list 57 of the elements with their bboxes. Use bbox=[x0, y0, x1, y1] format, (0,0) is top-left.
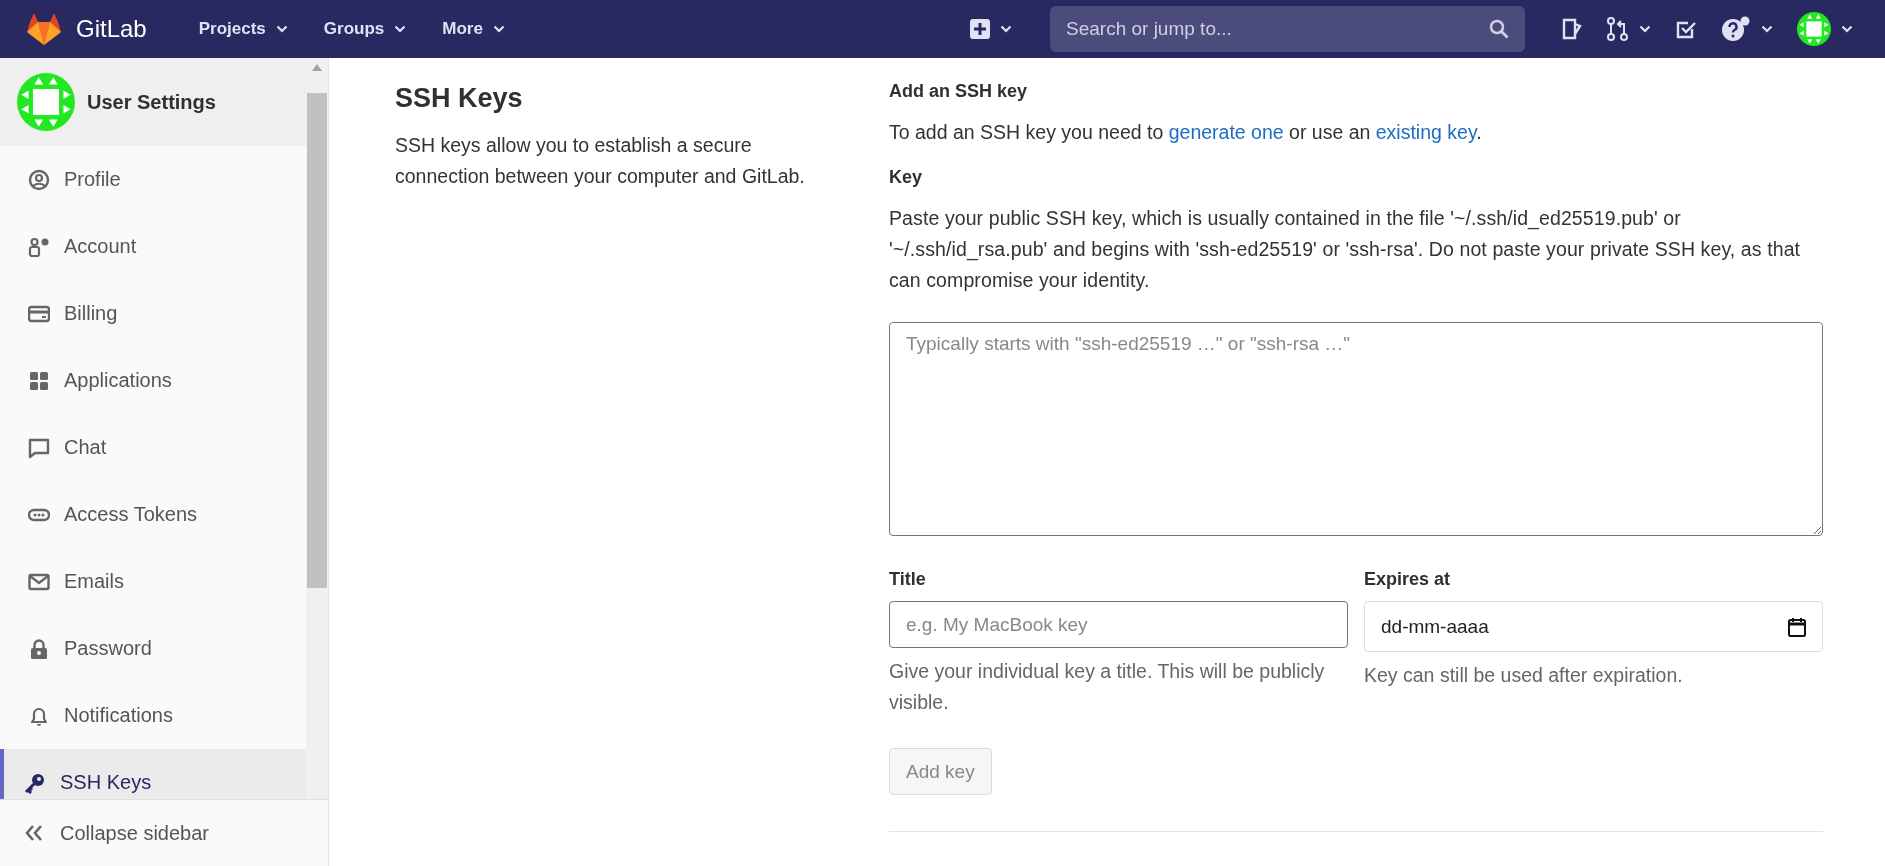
chevron-down-icon bbox=[1841, 25, 1853, 33]
existing-key-link[interactable]: existing key bbox=[1375, 121, 1477, 143]
sidebar-item[interactable]: Applications bbox=[0, 347, 307, 414]
user-gear-icon bbox=[28, 235, 50, 258]
expires-label: Expires at bbox=[1364, 568, 1452, 591]
sidebar-item[interactable]: Chat bbox=[0, 414, 307, 481]
date-input-field[interactable]: dd-mm-aaaa bbox=[1364, 601, 1823, 652]
sidebar-item[interactable]: Profile bbox=[0, 146, 307, 213]
fox-logo-icon[interactable] bbox=[26, 12, 62, 46]
scrollbar[interactable] bbox=[306, 58, 328, 799]
key-label: Key bbox=[889, 166, 924, 189]
chevron-down-icon bbox=[492, 25, 505, 33]
merge-request-icon bbox=[1607, 17, 1629, 41]
expires-help-text: Key can still be used after expiration. bbox=[1364, 663, 1684, 688]
double-chevron-left-icon bbox=[24, 824, 44, 842]
sidebar-item[interactable]: Billing bbox=[0, 280, 307, 347]
key-input-field[interactable]: Typically starts with "ssh-ed25519 …" or "ssh-rsa …" bbox=[889, 322, 1823, 536]
document-edit-icon bbox=[1561, 18, 1583, 40]
chevron-down-icon bbox=[394, 25, 407, 33]
title-input-field[interactable]: e.g. My MacBook key bbox=[889, 601, 1348, 648]
sidebar-item[interactable]: Emails bbox=[0, 548, 307, 615]
section-heading: Add an SSH key bbox=[889, 80, 1029, 103]
page-title: SSH Keys bbox=[395, 82, 524, 115]
sidebar-item[interactable]: SSH Keys bbox=[0, 749, 307, 799]
avatar-icon bbox=[1797, 12, 1831, 46]
search-field[interactable]: Search or jump to... bbox=[1050, 6, 1525, 52]
title-label: Title bbox=[889, 568, 927, 591]
sidebar-item[interactable]: Notifications bbox=[0, 682, 307, 749]
calendar-icon[interactable] bbox=[1788, 616, 1806, 637]
nav-menu-button[interactable]: Projects bbox=[184, 11, 302, 47]
chevron-down-icon bbox=[1639, 25, 1651, 33]
chevron-down-icon bbox=[275, 25, 288, 33]
key-help-text: Paste your public SSH key, which is usually contained in the file '~/.ssh/id_ed25519.pub' or '~/.ssh/id_rsa.pub' and begins with 'ssh-ed25519' or 'ssh-rsa'. Do not paste your private SSH key, as that can compromise your identity. bbox=[889, 206, 1802, 293]
sidebar-item[interactable]: Account bbox=[0, 213, 307, 280]
speech-bubble-icon bbox=[28, 436, 50, 459]
collapse-sidebar-button[interactable]: Collapse sidebar bbox=[24, 821, 209, 845]
intro-text: To add an SSH key you need to generate one or use an existing key. bbox=[889, 120, 1483, 145]
title-help-text: Give your individual key a title. This will be publicly visible. bbox=[889, 659, 1326, 715]
key-icon bbox=[24, 771, 46, 794]
sidebar-item[interactable]: Password bbox=[0, 615, 307, 682]
user-circle-icon bbox=[28, 168, 50, 191]
question-mark-icon bbox=[1721, 16, 1751, 42]
nav-menu-button[interactable]: Groups bbox=[309, 11, 421, 47]
plus-square-icon bbox=[970, 19, 990, 39]
sidebar-title: User Settings bbox=[87, 90, 216, 114]
page-description: SSH keys allow you to establish a secure connection between your computer and GitLab. bbox=[395, 133, 806, 189]
padlock-icon bbox=[28, 637, 50, 660]
scrollbar-thumb[interactable] bbox=[307, 93, 328, 588]
chevron-down-icon bbox=[1761, 25, 1773, 33]
generate-key-link[interactable]: generate one bbox=[1168, 121, 1284, 143]
avatar-icon bbox=[17, 73, 75, 131]
chevron-down-icon bbox=[1000, 25, 1012, 33]
brand-name: GitLab bbox=[76, 15, 147, 43]
sidebar-item[interactable]: Access Tokens bbox=[0, 481, 307, 548]
search-icon bbox=[1489, 19, 1509, 39]
nav-menu-button[interactable]: More bbox=[428, 11, 519, 47]
grid-icon bbox=[28, 369, 50, 392]
